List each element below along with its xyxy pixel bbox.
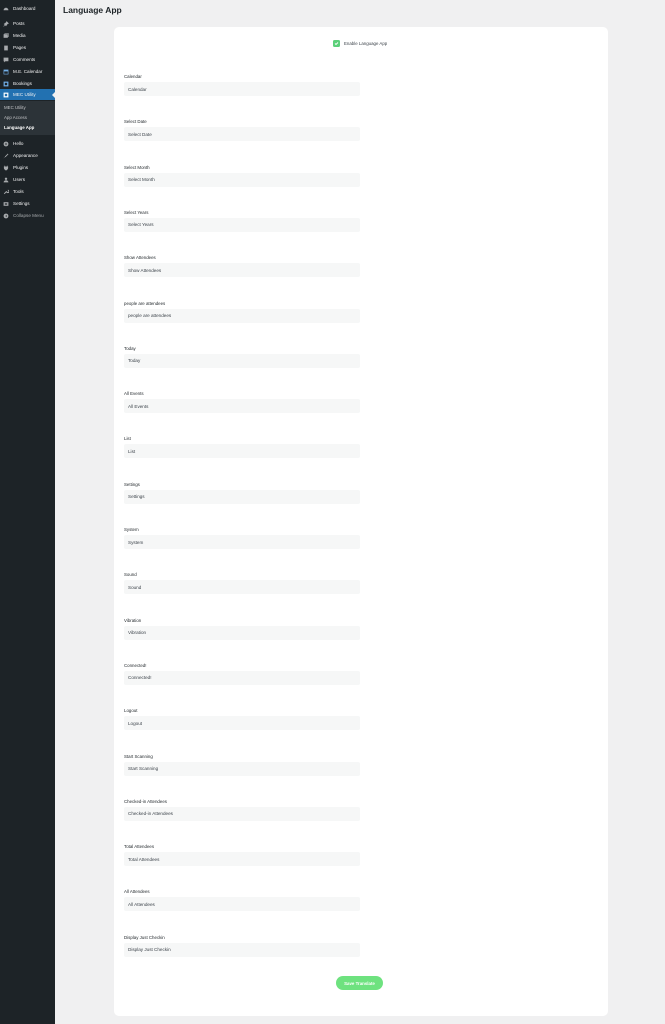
field-input[interactable] xyxy=(124,761,360,776)
field-input[interactable] xyxy=(124,897,360,912)
admin-sidebar: Dashboard Posts Media Pages Comments M.E… xyxy=(0,0,55,1024)
field-input[interactable] xyxy=(124,308,360,323)
settings-icon xyxy=(3,201,9,207)
field-label: Connected! xyxy=(124,662,147,668)
field-input[interactable] xyxy=(124,625,360,640)
submenu-item-app-access[interactable]: App Access xyxy=(4,115,27,120)
menu-label: M.E. Calendar xyxy=(13,69,43,74)
users-icon xyxy=(3,177,9,183)
enable-checkbox[interactable] xyxy=(333,40,340,47)
menu-bookings[interactable]: Bookings xyxy=(0,78,55,89)
menu-label: Bookings xyxy=(13,81,32,86)
field-input[interactable] xyxy=(124,580,360,595)
menu-label: Settings xyxy=(13,201,30,206)
menu-pages[interactable]: Pages xyxy=(0,42,55,53)
field-label: people are attendees xyxy=(124,300,166,306)
menu-label: MEC Utility xyxy=(13,92,36,97)
field-label: Select Years xyxy=(124,209,149,215)
collapse-icon xyxy=(3,213,9,219)
menu-me-calendar[interactable]: M.E. Calendar xyxy=(0,66,55,77)
field-label: System xyxy=(124,527,139,532)
brush-icon xyxy=(3,153,9,159)
field-input[interactable] xyxy=(124,806,360,821)
field-input[interactable] xyxy=(124,172,360,187)
bookings-icon xyxy=(3,81,9,87)
wrench-icon xyxy=(3,189,9,195)
field-label: Logout xyxy=(124,708,138,714)
field-label: Total Attendees xyxy=(124,844,155,850)
enable-label: Enable Language App xyxy=(344,41,388,46)
menu-comments[interactable]: Comments xyxy=(0,54,55,65)
plus-circle-icon xyxy=(3,141,9,147)
field-label: Settings xyxy=(124,481,140,487)
menu-collapse[interactable]: Collapse Menu xyxy=(0,210,55,221)
field-label: Checked-in Attendees xyxy=(124,798,167,804)
menu-label: Pages xyxy=(13,45,27,50)
menu-label: Comments xyxy=(13,57,36,62)
field-label: Calendar xyxy=(124,74,142,79)
field-label: List xyxy=(124,436,131,442)
menu-label: Posts xyxy=(13,21,25,26)
enable-row: Enable Language App xyxy=(333,40,387,47)
media-icon xyxy=(3,32,9,39)
field-label: Today xyxy=(124,345,136,351)
field-label: Sound xyxy=(124,572,137,578)
field-input[interactable] xyxy=(124,535,360,549)
menu-label: Dashboard xyxy=(13,6,36,11)
menu-plugins[interactable]: Plugins xyxy=(0,162,55,173)
menu-tools[interactable]: Tools xyxy=(0,186,55,197)
field-input[interactable] xyxy=(124,263,360,278)
menu-media[interactable]: Media xyxy=(0,30,55,41)
field-input[interactable] xyxy=(124,399,360,414)
field-input[interactable] xyxy=(124,942,360,957)
menu-users[interactable]: Users xyxy=(0,174,55,185)
save-translate-button[interactable]: Save Translate xyxy=(336,976,383,990)
menu-label: Users xyxy=(13,177,25,182)
dashboard-icon xyxy=(3,6,9,12)
field-input[interactable] xyxy=(124,444,360,459)
field-input[interactable] xyxy=(124,353,360,368)
page-title: Language App xyxy=(63,5,122,15)
pin-icon xyxy=(3,20,9,27)
field-input[interactable] xyxy=(124,852,360,867)
menu-appearance[interactable]: Appearance xyxy=(0,150,55,161)
menu-posts[interactable]: Posts xyxy=(0,18,55,29)
menu-dashboard[interactable]: Dashboard xyxy=(0,3,55,14)
menu-label: Plugins xyxy=(13,165,29,170)
field-input[interactable] xyxy=(124,217,360,232)
field-label: All Attendees xyxy=(124,889,150,895)
field-label: Start Scanning xyxy=(124,753,153,759)
field-label: Select Date xyxy=(124,119,147,125)
field-label: Vibration xyxy=(124,617,142,623)
menu-hello[interactable]: Hello xyxy=(0,138,55,149)
field-input[interactable] xyxy=(124,489,360,504)
calendar-icon xyxy=(3,69,9,75)
submenu-mec-utility: MEC Utility App Access Language App xyxy=(0,101,55,135)
pages-icon xyxy=(3,45,9,51)
plugin-icon xyxy=(3,165,9,171)
menu-settings[interactable]: Settings xyxy=(0,198,55,209)
field-input[interactable] xyxy=(124,82,360,96)
settings-card: Enable Language App Calendar Select Date S… xyxy=(114,27,608,1016)
menu-mec-utility[interactable]: MEC Utility xyxy=(0,89,55,100)
check-icon xyxy=(334,42,339,46)
mec-utility-icon xyxy=(3,92,9,98)
menu-label: Appearance xyxy=(13,153,38,158)
submenu-item-mec-utility[interactable]: MEC Utility xyxy=(4,105,26,110)
field-input[interactable] xyxy=(124,716,360,731)
submenu-item-language-app[interactable]: Language App xyxy=(4,125,34,130)
menu-label: Media xyxy=(13,33,26,38)
menu-label: Tools xyxy=(13,189,24,194)
field-input[interactable] xyxy=(124,127,360,142)
menu-label: Collapse Menu xyxy=(13,213,44,218)
comment-icon xyxy=(3,57,9,63)
menu-label: Hello xyxy=(13,141,24,146)
field-label: All Events xyxy=(124,391,144,397)
field-label: Select Month xyxy=(124,164,150,170)
field-input[interactable] xyxy=(124,670,360,685)
field-label: Show Attendees xyxy=(124,255,156,261)
field-label: Display Just Checkin xyxy=(124,934,165,940)
